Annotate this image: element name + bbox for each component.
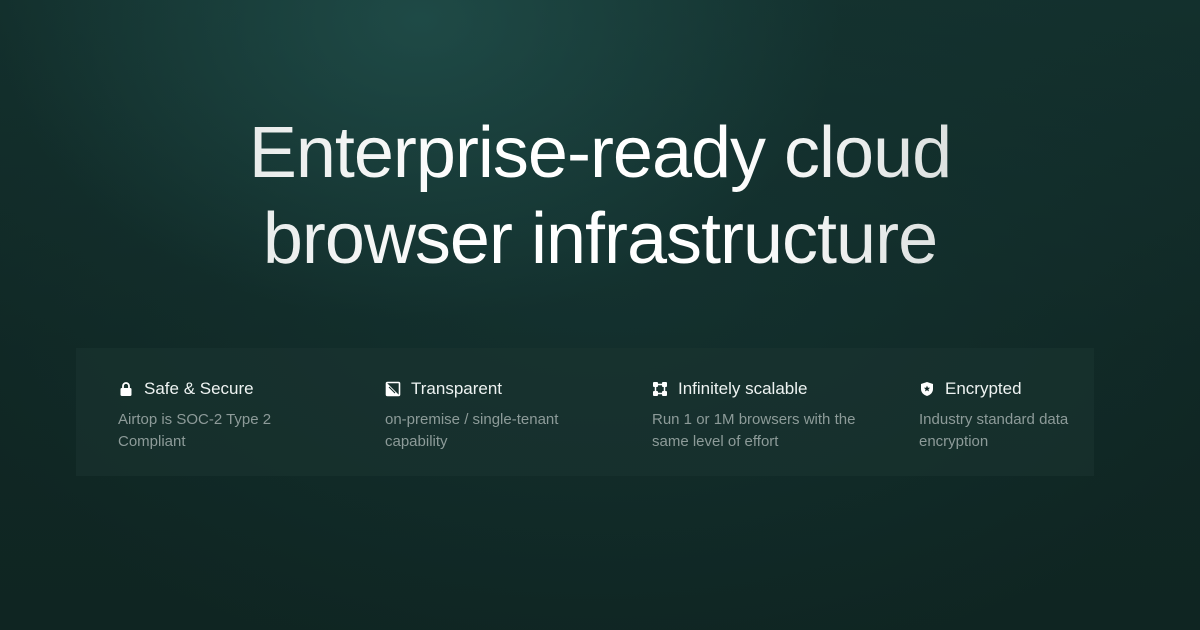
feature-description: Industry standard data encryption [919, 411, 1069, 450]
transparent-icon [385, 381, 401, 397]
feature-heading: Encrypted [919, 378, 1124, 400]
feature-infinitely-scalable: Infinitely scalable Run 1 or 1M browsers… [610, 348, 877, 476]
headline-line-1: Enterprise-ready cloud [0, 110, 1200, 196]
lock-icon [118, 381, 134, 397]
background-gradient [0, 0, 1200, 630]
feature-title: Transparent [411, 379, 503, 398]
feature-safe-secure: Safe & Secure Airtop is SOC-2 Type 2 Com… [76, 348, 343, 476]
feature-heading: Transparent [385, 378, 590, 400]
headline-line-2: browser infrastructure [0, 196, 1200, 282]
feature-description: on-premise / single-tenant capability [385, 411, 559, 450]
feature-title: Encrypted [945, 379, 1022, 398]
scale-nodes-icon [652, 381, 668, 397]
feature-encrypted: Encrypted Industry standard data encrypt… [877, 348, 1144, 476]
features-panel: Safe & Secure Airtop is SOC-2 Type 2 Com… [76, 348, 1094, 476]
feature-description: Run 1 or 1M browsers with the same level… [652, 411, 856, 450]
feature-heading: Safe & Secure [118, 378, 323, 400]
feature-transparent: Transparent on-premise / single-tenant c… [343, 348, 610, 476]
feature-heading: Infinitely scalable [652, 378, 857, 400]
feature-description: Airtop is SOC-2 Type 2 Compliant [118, 411, 272, 450]
feature-title: Safe & Secure [144, 379, 254, 398]
feature-title: Infinitely scalable [678, 379, 808, 398]
shield-star-icon [919, 381, 935, 397]
headline: Enterprise-ready cloud browser infrastru… [0, 110, 1200, 282]
